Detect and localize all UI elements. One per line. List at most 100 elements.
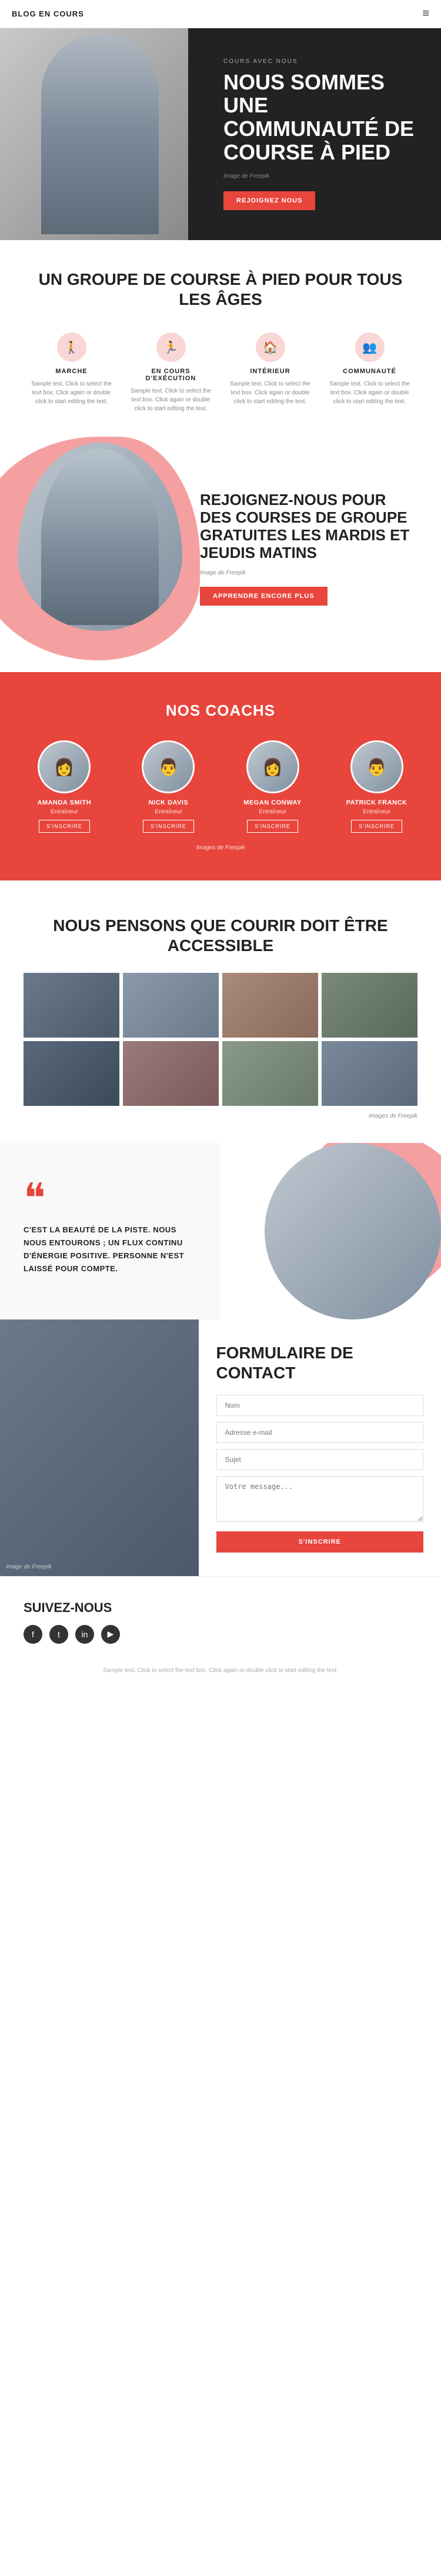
social-icon-youtube[interactable]: ▶ (101, 1625, 120, 1644)
contact-section: Image de Freepik FORMULAIRE DE CONTACT S… (0, 1319, 441, 1575)
hero-cta-button[interactable]: REJOIGNEZ NOUS (223, 191, 315, 210)
blob-person-silhouette (41, 448, 159, 625)
coach-name: PATRICK FRANCK (330, 799, 423, 806)
contact-image-credit: Image de Freepik (6, 1564, 52, 1570)
feature-title: INTÉRIEUR (228, 368, 312, 375)
social-icons: ftin ▶ (24, 1625, 417, 1644)
photo-cell-5 (24, 1041, 119, 1106)
coach-role: Entraîneur (330, 809, 423, 815)
coach-role: Entraîneur (226, 809, 319, 815)
feature-icon: 🏃 (156, 333, 186, 362)
coaches-grid: 👩 AMANDA SMITH Entraîneur S'INSCRIRE 👨 N… (18, 740, 423, 833)
social-icon-facebook[interactable]: f (24, 1625, 42, 1644)
hero-section: COURS AVEC NOUS NOUS SOMMES UNE COMMUNAU… (0, 28, 441, 240)
feature-title: COMMUNAUTÉ (328, 368, 412, 375)
feature-text: Sample text. Click to select the text bo… (328, 380, 412, 406)
contact-image (0, 1319, 199, 1575)
coach-role: Entraîneur (18, 809, 111, 815)
features-grid: 🚶 MARCHE Sample text. Click to select th… (24, 333, 417, 413)
coach-card: 👩 AMANDA SMITH Entraîneur S'INSCRIRE (18, 740, 111, 833)
feature-icon: 🏠 (256, 333, 285, 362)
quote-image (265, 1143, 441, 1319)
coach-name: MEGAN CONWAY (226, 799, 319, 806)
coach-enroll-button[interactable]: S'INSCRIRE (247, 820, 298, 833)
feature-title: MARCHE (29, 368, 113, 375)
contact-form: S'INSCRIRE (216, 1395, 424, 1553)
feature-text: Sample text. Click to select the text bo… (29, 380, 113, 406)
coaches-image-credit: Images de Freepik (18, 845, 423, 851)
feature-item: 🚶 MARCHE Sample text. Click to select th… (29, 333, 113, 413)
social-icon-instagram[interactable]: in (75, 1625, 94, 1644)
accessible-section: NOUS PENSONS QUE COURIR DOIT ÊTRE ACCESS… (0, 880, 441, 1143)
photo-grid (24, 973, 417, 1106)
contact-left: Image de Freepik (0, 1319, 199, 1575)
photo-cell-4 (322, 973, 417, 1038)
hero-image-left (0, 28, 200, 240)
coach-photo: 👩 (38, 740, 91, 793)
menu-icon[interactable]: ≡ (422, 7, 429, 21)
quote-right (220, 1143, 441, 1319)
coach-photo-inner: 👩 (248, 742, 298, 792)
feature-text: Sample text. Click to select the text bo… (129, 387, 213, 413)
contact-submit-button[interactable]: S'INSCRIRE (216, 1531, 424, 1553)
group-section: UN GROUPE DE COURSE À PIED POUR TOUS LES… (0, 240, 441, 425)
contact-title: FORMULAIRE DE CONTACT (216, 1343, 424, 1382)
coach-photo-inner: 👨 (143, 742, 193, 792)
follow-section: SUIVEZ-NOUS ftin ▶ Sample text. Click to … (0, 1576, 441, 1697)
photo-cell-6 (123, 1041, 219, 1106)
coach-enroll-button[interactable]: S'INSCRIRE (39, 820, 90, 833)
blob-section: REJOIGNEZ-NOUS POUR DES COURSES DE GROUP… (0, 425, 441, 672)
social-icon-twitter[interactable]: t (49, 1625, 68, 1644)
coach-photo-inner: 👨 (352, 742, 402, 792)
site-logo: BLOG EN COURS (12, 9, 84, 18)
contact-input-0[interactable] (216, 1395, 424, 1416)
feature-icon: 👥 (355, 333, 385, 362)
feature-title: EN COURS D'EXÉCUTION (129, 368, 213, 382)
coach-photo: 👨 (350, 740, 403, 793)
footer-text: Sample text. Click to select the text bo… (24, 1656, 417, 1686)
contact-input-1[interactable] (216, 1422, 424, 1443)
photo-cell-3 (222, 973, 318, 1038)
coach-enroll-button[interactable]: S'INSCRIRE (143, 820, 194, 833)
photo-cell-2 (123, 973, 219, 1038)
contact-right: FORMULAIRE DE CONTACT S'INSCRIRE (199, 1319, 441, 1575)
quote-text: C'EST LA BEAUTÉ DE LA PISTE. NOUS NOUS E… (24, 1224, 197, 1275)
coach-name: AMANDA SMITH (18, 799, 111, 806)
blob-image-credit: Image de Freepik (200, 570, 412, 576)
hero-overlay: COURS AVEC NOUS NOUS SOMMES UNE COMMUNAU… (188, 28, 441, 240)
accessible-image-credit: Images de Freepik (24, 1113, 417, 1119)
coach-enroll-button[interactable]: S'INSCRIRE (351, 820, 402, 833)
feature-icon: 🚶 (57, 333, 86, 362)
coach-photo: 👩 (246, 740, 299, 793)
hero-small-label: COURS AVEC NOUS (223, 58, 417, 65)
photo-cell-7 (222, 1041, 318, 1106)
photo-cell-1 (24, 973, 119, 1038)
coach-card: 👨 PATRICK FRANCK Entraîneur S'INSCRIRE (330, 740, 423, 833)
feature-item: 🏠 INTÉRIEUR Sample text. Click to select… (228, 333, 312, 413)
feature-text: Sample text. Click to select the text bo… (228, 380, 312, 406)
feature-item: 🏃 EN COURS D'EXÉCUTION Sample text. Clic… (129, 333, 213, 413)
group-title: UN GROUPE DE COURSE À PIED POUR TOUS LES… (24, 270, 417, 309)
blob-content: REJOIGNEZ-NOUS POUR DES COURSES DE GROUP… (200, 491, 412, 606)
accessible-title: NOUS PENSONS QUE COURIR DOIT ÊTRE ACCESS… (24, 916, 417, 955)
site-header: BLOG EN COURS ≡ (0, 0, 441, 28)
blob-cta-button[interactable]: APPRENDRE ENCORE PLUS (200, 587, 328, 606)
coaches-section: NOS COACHS 👩 AMANDA SMITH Entraîneur S'I… (0, 672, 441, 880)
coach-photo: 👨 (142, 740, 195, 793)
hero-image-credit: Image de Freepik (223, 173, 417, 180)
coaches-title: NOS COACHS (18, 702, 423, 720)
blob-title: REJOIGNEZ-NOUS POUR DES COURSES DE GROUP… (200, 491, 412, 562)
photo-cell-8 (322, 1041, 417, 1106)
quote-section: ❝ C'EST LA BEAUTÉ DE LA PISTE. NOUS NOUS… (0, 1143, 441, 1319)
hero-person-silhouette (41, 34, 159, 234)
contact-input-2[interactable] (216, 1449, 424, 1470)
quote-mark: ❝ (24, 1187, 197, 1212)
feature-item: 👥 COMMUNAUTÉ Sample text. Click to selec… (328, 333, 412, 413)
coach-role: Entraîneur (122, 809, 215, 815)
contact-message-field[interactable] (216, 1476, 424, 1522)
follow-title: SUIVEZ-NOUS (24, 1600, 417, 1616)
coach-card: 👨 NICK DAVIS Entraîneur S'INSCRIRE (122, 740, 215, 833)
coach-name: NICK DAVIS (122, 799, 215, 806)
hero-title: NOUS SOMMES UNE COMMUNAUTÉ DE COURSE À P… (223, 71, 417, 164)
coach-photo-inner: 👩 (39, 742, 89, 792)
